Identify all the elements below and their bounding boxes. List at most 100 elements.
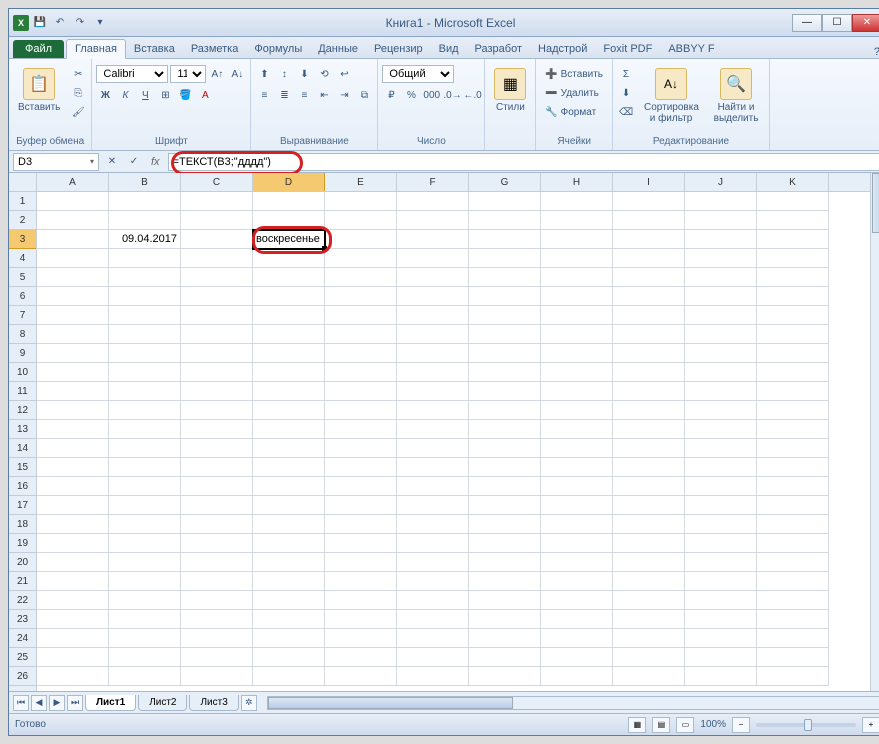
cell-F10[interactable]	[397, 363, 469, 382]
fill-button[interactable]: ⬇	[617, 84, 635, 102]
sheet-tab-1[interactable]: Лист1	[85, 695, 136, 711]
cell-D16[interactable]	[253, 477, 325, 496]
cell-G13[interactable]	[469, 420, 541, 439]
cell-K1[interactable]	[757, 192, 829, 211]
cell-D9[interactable]	[253, 344, 325, 363]
cell-A6[interactable]	[37, 287, 109, 306]
cut-button[interactable]: ✂	[69, 65, 87, 83]
cell-E18[interactable]	[325, 515, 397, 534]
cell-H20[interactable]	[541, 553, 613, 572]
cell-G26[interactable]	[469, 667, 541, 686]
cell-F20[interactable]	[397, 553, 469, 572]
cell-G18[interactable]	[469, 515, 541, 534]
cell-C16[interactable]	[181, 477, 253, 496]
cell-D4[interactable]	[253, 249, 325, 268]
cell-H23[interactable]	[541, 610, 613, 629]
cell-D15[interactable]	[253, 458, 325, 477]
save-button[interactable]: 💾	[31, 14, 49, 32]
cell-G25[interactable]	[469, 648, 541, 667]
cell-B20[interactable]	[109, 553, 181, 572]
wrap-text-button[interactable]: ↩	[335, 65, 353, 83]
cell-I12[interactable]	[613, 401, 685, 420]
zoom-out-button[interactable]: −	[732, 717, 750, 733]
cell-G2[interactable]	[469, 211, 541, 230]
cell-E11[interactable]	[325, 382, 397, 401]
cell-K7[interactable]	[757, 306, 829, 325]
tab-foxit[interactable]: Foxit PDF	[595, 40, 660, 58]
row-header-16[interactable]: 16	[9, 477, 36, 496]
cell-C10[interactable]	[181, 363, 253, 382]
decrease-indent-button[interactable]: ⇤	[315, 86, 333, 104]
cell-D25[interactable]	[253, 648, 325, 667]
cell-D7[interactable]	[253, 306, 325, 325]
cell-C3[interactable]	[181, 230, 253, 249]
cell-E2[interactable]	[325, 211, 397, 230]
view-break-button[interactable]: ▭	[676, 717, 694, 733]
cell-A5[interactable]	[37, 268, 109, 287]
format-painter-button[interactable]: 🖌	[69, 103, 87, 121]
cell-C22[interactable]	[181, 591, 253, 610]
cell-H25[interactable]	[541, 648, 613, 667]
sheet-nav-next[interactable]: ▶	[49, 695, 65, 711]
cell-K13[interactable]	[757, 420, 829, 439]
cell-A22[interactable]	[37, 591, 109, 610]
row-header-22[interactable]: 22	[9, 591, 36, 610]
cell-F4[interactable]	[397, 249, 469, 268]
cell-F1[interactable]	[397, 192, 469, 211]
cell-A19[interactable]	[37, 534, 109, 553]
tab-home[interactable]: Главная	[66, 39, 126, 59]
cell-F6[interactable]	[397, 287, 469, 306]
cell-A25[interactable]	[37, 648, 109, 667]
cell-A18[interactable]	[37, 515, 109, 534]
cell-H17[interactable]	[541, 496, 613, 515]
cell-B21[interactable]	[109, 572, 181, 591]
horizontal-scrollbar[interactable]	[267, 696, 879, 710]
tab-layout[interactable]: Разметка	[183, 40, 247, 58]
insert-cells-button[interactable]: ➕ Вставить	[540, 65, 608, 83]
merge-button[interactable]: ⧉	[355, 86, 373, 104]
tab-formulas[interactable]: Формулы	[246, 40, 310, 58]
column-header-I[interactable]: I	[613, 173, 685, 191]
cell-E5[interactable]	[325, 268, 397, 287]
cell-B23[interactable]	[109, 610, 181, 629]
row-header-24[interactable]: 24	[9, 629, 36, 648]
cell-J19[interactable]	[685, 534, 757, 553]
cell-K20[interactable]	[757, 553, 829, 572]
cell-A12[interactable]	[37, 401, 109, 420]
cell-B13[interactable]	[109, 420, 181, 439]
cell-F13[interactable]	[397, 420, 469, 439]
sheet-nav-prev[interactable]: ◀	[31, 695, 47, 711]
cell-G4[interactable]	[469, 249, 541, 268]
cell-D19[interactable]	[253, 534, 325, 553]
column-header-B[interactable]: B	[109, 173, 181, 191]
cell-E17[interactable]	[325, 496, 397, 515]
cell-K14[interactable]	[757, 439, 829, 458]
cell-I17[interactable]	[613, 496, 685, 515]
row-header-1[interactable]: 1	[9, 192, 36, 211]
fx-icon[interactable]: fx	[147, 156, 164, 168]
cell-B16[interactable]	[109, 477, 181, 496]
cell-K19[interactable]	[757, 534, 829, 553]
align-middle-button[interactable]: ↕	[275, 65, 293, 83]
cell-K24[interactable]	[757, 629, 829, 648]
cell-B1[interactable]	[109, 192, 181, 211]
cell-C24[interactable]	[181, 629, 253, 648]
cells[interactable]: 09.04.2017воскресенье	[37, 192, 879, 686]
cell-D23[interactable]	[253, 610, 325, 629]
column-header-E[interactable]: E	[325, 173, 397, 191]
cell-E15[interactable]	[325, 458, 397, 477]
cell-G5[interactable]	[469, 268, 541, 287]
row-header-11[interactable]: 11	[9, 382, 36, 401]
cell-G15[interactable]	[469, 458, 541, 477]
align-top-button[interactable]: ⬆	[255, 65, 273, 83]
styles-button[interactable]: ▦ Стили	[489, 65, 531, 116]
cell-D20[interactable]	[253, 553, 325, 572]
cell-I14[interactable]	[613, 439, 685, 458]
cell-D2[interactable]	[253, 211, 325, 230]
cell-B25[interactable]	[109, 648, 181, 667]
cell-J16[interactable]	[685, 477, 757, 496]
cell-B9[interactable]	[109, 344, 181, 363]
cell-J22[interactable]	[685, 591, 757, 610]
cell-C18[interactable]	[181, 515, 253, 534]
cell-A20[interactable]	[37, 553, 109, 572]
